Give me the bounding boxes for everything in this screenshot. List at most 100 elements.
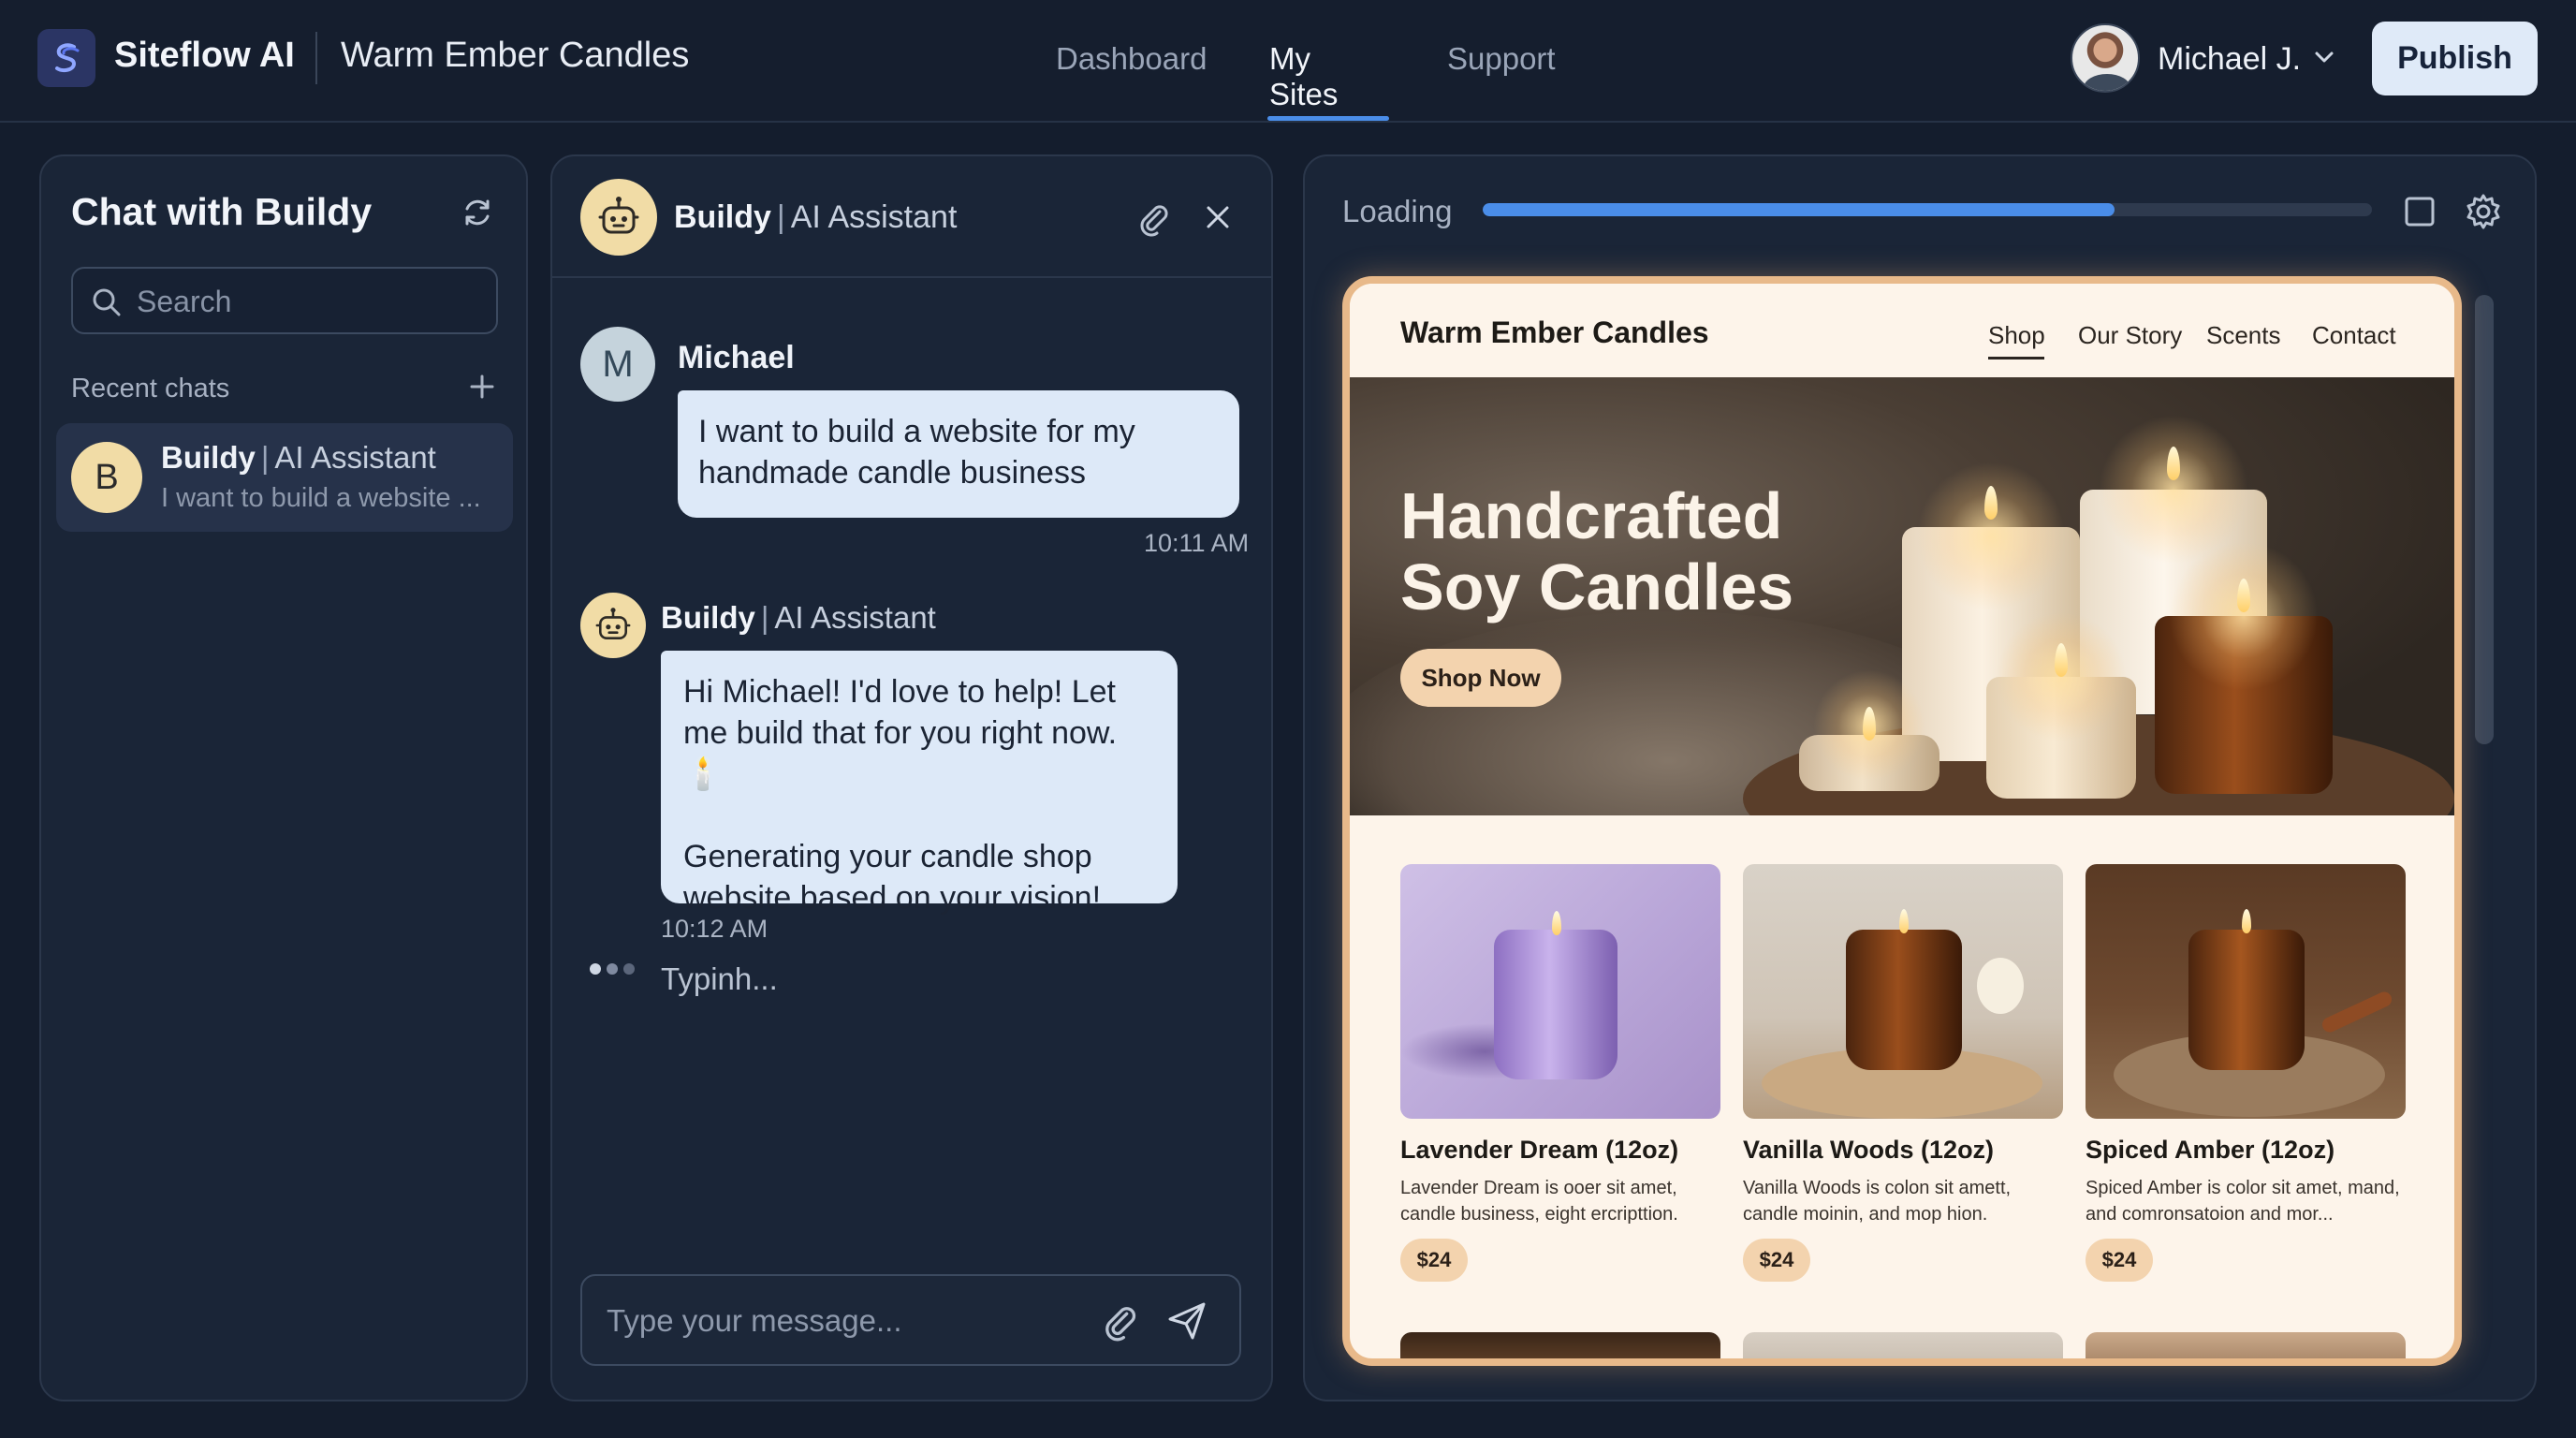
active-nav-indicator: [1267, 116, 1389, 121]
top-header: Siteflow AI Warm Ember Candles Dashboard…: [0, 0, 2576, 123]
chat-list-item[interactable]: B Buildy | AI Assistant I want to build a …: [56, 423, 513, 532]
paperclip-icon[interactable]: [1134, 199, 1172, 242]
project-title: Warm Ember Candles: [341, 36, 690, 75]
robot-icon: [580, 593, 646, 658]
gear-icon[interactable]: [2464, 192, 2503, 236]
site-navbar: Warm Ember Candles Shop Our Story Scents…: [1350, 284, 2454, 377]
loading-progress-bar: [1483, 203, 2372, 216]
preview-panel: Loading Warm Ember Candles Shop Our Stor…: [1303, 154, 2537, 1401]
search-input[interactable]: [137, 278, 483, 325]
site-nav-our-story[interactable]: Our Story: [2078, 321, 2182, 350]
recent-chats-label: Recent chats: [71, 374, 230, 404]
product-card[interactable]: Vanilla Woods (12oz) Vanilla Woods is co…: [1743, 864, 2063, 1282]
user-name[interactable]: Michael J.: [2158, 41, 2301, 78]
chat-item-name: Buildy: [161, 440, 256, 475]
message-input[interactable]: [607, 1295, 1056, 1347]
assistant-role: AI Assistant: [790, 199, 958, 235]
product-price: $24: [1743, 1239, 1810, 1282]
header-divider: [315, 32, 317, 84]
product-card[interactable]: Spiced Amber (12oz) Spiced Amber is colo…: [2086, 864, 2406, 1282]
user-message-bubble: I want to build a website for my handmad…: [678, 390, 1239, 518]
product-image: [1743, 1332, 2063, 1358]
bot-message-time: 10:12 AM: [661, 915, 768, 943]
nav-dashboard[interactable]: Dashboard: [1056, 0, 1207, 77]
site-brand[interactable]: Warm Ember Candles: [1400, 315, 1709, 350]
typing-dot: [607, 963, 618, 975]
bot-message-bubble: Hi Michael! I'd love to help! Let me bui…: [661, 651, 1178, 916]
preview-scrollbar[interactable]: [2475, 295, 2494, 744]
user-message-avatar: M: [580, 327, 655, 402]
bot-sender-name: Buildy: [661, 600, 755, 635]
nav-support[interactable]: Support: [1447, 0, 1556, 77]
product-card[interactable]: Lavender Dream (12oz) Lavender Dream is …: [1400, 864, 1720, 1282]
product-description: Vanilla Woods is colon sit amett, candle…: [1743, 1178, 2012, 1225]
product-name[interactable]: Spiced Amber (12oz): [2086, 1136, 2334, 1165]
hero-candle: [1986, 611, 2136, 799]
bot-sender-role: AI Assistant: [774, 600, 936, 635]
loading-progress-fill: [1483, 203, 2115, 216]
hero-title-line: Handcrafted: [1400, 479, 1783, 552]
hero-title: Handcrafted Soy Candles: [1400, 480, 1793, 623]
search-icon: [90, 286, 124, 324]
bot-message-sender: Buildy | AI Assistant: [661, 600, 936, 636]
chat-item-title: Buildy | AI Assistant: [161, 440, 436, 476]
chevron-down-icon[interactable]: [2312, 45, 2336, 74]
site-nav-shop[interactable]: Shop: [1988, 321, 2045, 350]
chat-list-panel: Chat with Buildy Recent chats B Buildy|A…: [39, 154, 528, 1401]
nav-my-sites[interactable]: My Sites: [1269, 0, 1338, 112]
hero-banner: Handcrafted Soy Candles Shop Now: [1350, 377, 2454, 815]
square-icon[interactable]: [2402, 194, 2437, 234]
typing-dot: [623, 963, 635, 975]
close-icon[interactable]: [1202, 201, 1234, 238]
bot-message-paragraph: Generating your candle shop website base…: [683, 839, 1102, 916]
paperclip-icon[interactable]: [1099, 1300, 1140, 1346]
site-nav-scents[interactable]: Scents: [2206, 321, 2281, 350]
bot-sender-separator: |: [760, 600, 769, 635]
hero-candle: [2155, 541, 2333, 794]
message-composer: [580, 1274, 1241, 1366]
plus-icon[interactable]: [467, 372, 497, 406]
product-price: $24: [2086, 1239, 2153, 1282]
assistant-separator: |: [776, 199, 785, 235]
product-image: [1743, 864, 2063, 1119]
product-price: $24: [1400, 1239, 1468, 1282]
product-image: [1400, 1332, 1720, 1358]
brand-name[interactable]: Siteflow AI: [114, 36, 295, 76]
product-image: [1400, 864, 1720, 1119]
site-nav-contact[interactable]: Contact: [2312, 321, 2396, 350]
user-avatar[interactable]: [2071, 23, 2140, 93]
user-message-sender: Michael: [678, 340, 795, 375]
hero-title-line: Soy Candles: [1400, 550, 1794, 624]
shop-now-button[interactable]: Shop Now: [1400, 649, 1561, 707]
chat-panel-title: Chat with Buildy: [71, 190, 373, 233]
siteflow-logo-icon[interactable]: [37, 29, 95, 87]
website-preview: Warm Ember Candles Shop Our Story Scents…: [1342, 276, 2462, 1366]
loading-label: Loading: [1342, 194, 1453, 228]
product-description: Lavender Dream is ooer sit amet, candle …: [1400, 1178, 1678, 1225]
chat-item-role: AI Assistant: [274, 440, 436, 475]
publish-button[interactable]: Publish: [2372, 22, 2538, 95]
chat-item-separator: |: [260, 440, 270, 475]
search-field[interactable]: [71, 267, 498, 334]
assistant-title: Buildy | AI Assistant: [674, 199, 957, 236]
product-image: [2086, 1332, 2406, 1358]
site-nav-active-indicator: [1988, 357, 2044, 360]
typing-dot: [590, 963, 601, 975]
refresh-icon[interactable]: [459, 194, 496, 236]
bot-message-paragraph: Hi Michael! I'd love to help! Let me bui…: [683, 674, 1118, 792]
conversation-panel: Buildy | AI Assistant M Michael I want to …: [550, 154, 1273, 1401]
typing-indicator: [590, 963, 635, 975]
conversation-header: Buildy | AI Assistant: [552, 156, 1271, 278]
product-name[interactable]: Lavender Dream (12oz): [1400, 1136, 1678, 1165]
product-description: Spiced Amber is color sit amet, mand, an…: [2086, 1178, 2400, 1225]
assistant-name: Buildy: [674, 199, 771, 235]
robot-icon: [580, 179, 657, 256]
product-name[interactable]: Vanilla Woods (12oz): [1743, 1136, 1994, 1165]
user-message-time: 10:11 AM: [1144, 529, 1250, 557]
chat-avatar: B: [71, 442, 142, 513]
chat-item-preview: I want to build a website ...: [161, 483, 481, 513]
typing-text: Typinh...: [661, 961, 778, 996]
hero-candle: [1799, 669, 1939, 791]
send-icon[interactable]: [1164, 1299, 1209, 1348]
product-image: [2086, 864, 2406, 1119]
